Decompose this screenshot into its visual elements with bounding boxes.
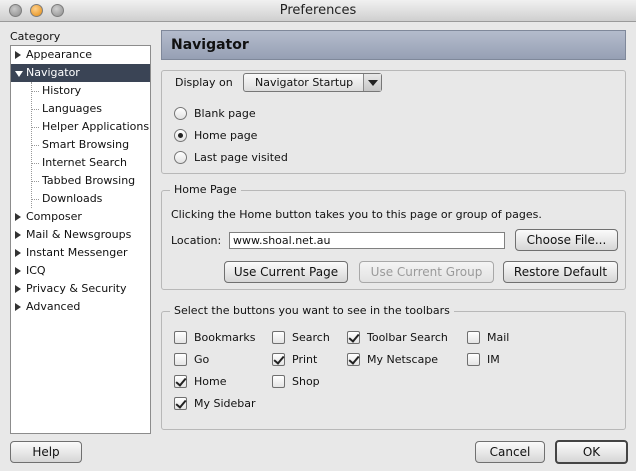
checkbox-search-label: Search: [292, 331, 330, 344]
checkbox-shop[interactable]: [272, 375, 285, 388]
checkbox-print[interactable]: [272, 353, 285, 366]
tree-item-label: Appearance: [26, 48, 93, 61]
tree-guide-line: [31, 127, 39, 128]
checkbox-im[interactable]: [467, 353, 480, 366]
cancel-button[interactable]: Cancel: [475, 441, 545, 463]
checkbox-go[interactable]: [174, 353, 187, 366]
disclosure-right-icon[interactable]: [15, 303, 21, 311]
disclosure-right-icon[interactable]: [15, 213, 21, 221]
checkbox-mail[interactable]: [467, 331, 480, 344]
checkbox-im-label: IM: [487, 353, 500, 366]
radio-blank-page[interactable]: [174, 107, 187, 120]
checkbox-home[interactable]: [174, 375, 187, 388]
use-current-group-button: Use Current Group: [359, 261, 494, 283]
tree-item-languages[interactable]: Languages: [11, 100, 150, 118]
tree-item-label: Mail & Newsgroups: [26, 228, 132, 241]
category-label: Category: [10, 30, 61, 43]
radio-home-page-label: Home page: [194, 129, 258, 142]
tree-item-label: Navigator: [26, 66, 80, 79]
tree-item-instant-messenger[interactable]: Instant Messenger: [11, 244, 150, 262]
tree-item-label: Languages: [42, 102, 103, 115]
use-current-page-button[interactable]: Use Current Page: [224, 261, 348, 283]
tree-item-label: History: [42, 84, 82, 97]
tree-item-label: Helper Applications: [42, 120, 150, 133]
tree-guide-line: [31, 145, 39, 146]
radio-last-page-visited[interactable]: [174, 151, 187, 164]
checkbox-toolbar-search-label: Toolbar Search: [367, 331, 448, 344]
title-bar: Preferences: [0, 0, 636, 22]
radio-blank-page-label: Blank page: [194, 107, 256, 120]
tree-guide-line: [31, 181, 39, 182]
radio-home-page[interactable]: [174, 129, 187, 142]
navigator-children: History Languages Helper Applications Sm…: [11, 82, 150, 208]
tree-item-label: Privacy & Security: [26, 282, 127, 295]
tree-item-internet-search[interactable]: Internet Search: [11, 154, 150, 172]
disclosure-right-icon[interactable]: [15, 51, 21, 59]
tree-item-smart-browsing[interactable]: Smart Browsing: [11, 136, 150, 154]
tree-item-history[interactable]: History: [11, 82, 150, 100]
checkbox-my-netscape-label: My Netscape: [367, 353, 439, 366]
disclosure-right-icon[interactable]: [15, 285, 21, 293]
toolbar-buttons-legend: Select the buttons you want to see in th…: [170, 304, 454, 317]
checkbox-my-sidebar-label: My Sidebar: [194, 397, 256, 410]
tree-guide-line: [31, 163, 39, 164]
display-on-label: Display on: [175, 76, 233, 89]
checkbox-search[interactable]: [272, 331, 285, 344]
tree-item-tabbed-browsing[interactable]: Tabbed Browsing: [11, 172, 150, 190]
tree-guide-line: [31, 91, 39, 92]
checkbox-mail-label: Mail: [487, 331, 510, 344]
disclosure-right-icon[interactable]: [15, 231, 21, 239]
category-tree[interactable]: Appearance Navigator History Languages H…: [10, 45, 151, 434]
help-button[interactable]: Help: [10, 441, 82, 463]
tree-item-mail-newsgroups[interactable]: Mail & Newsgroups: [11, 226, 150, 244]
tree-item-downloads[interactable]: Downloads: [11, 190, 150, 208]
tree-item-icq[interactable]: ICQ: [11, 262, 150, 280]
disclosure-right-icon[interactable]: [15, 249, 21, 257]
checkbox-home-label: Home: [194, 375, 227, 388]
checkbox-my-sidebar[interactable]: [174, 397, 187, 410]
tree-item-navigator[interactable]: Navigator: [11, 64, 150, 82]
tree-item-label: Advanced: [26, 300, 81, 313]
checkbox-go-label: Go: [194, 353, 210, 366]
tree-item-advanced[interactable]: Advanced: [11, 298, 150, 316]
tree-item-composer[interactable]: Composer: [11, 208, 150, 226]
tree-item-label: ICQ: [26, 264, 46, 277]
display-on-select[interactable]: Navigator Startup: [243, 73, 382, 92]
tree-item-label: Instant Messenger: [26, 246, 128, 259]
checkbox-bookmarks[interactable]: [174, 331, 187, 344]
checkbox-bookmarks-label: Bookmarks: [194, 331, 256, 344]
checkbox-toolbar-search[interactable]: [347, 331, 360, 344]
checkbox-shop-label: Shop: [292, 375, 320, 388]
display-on-selected-value: Navigator Startup: [255, 76, 354, 89]
location-label: Location:: [171, 234, 222, 247]
checkbox-print-label: Print: [292, 353, 318, 366]
toolbar-buttons-group: Select the buttons you want to see in th…: [161, 304, 626, 430]
home-page-description: Clicking the Home button takes you to th…: [171, 208, 542, 221]
disclosure-right-icon[interactable]: [15, 267, 21, 275]
restore-default-button[interactable]: Restore Default: [503, 261, 618, 283]
tree-item-label: Internet Search: [42, 156, 127, 169]
tree-guide-line: [31, 109, 39, 110]
disclosure-down-icon[interactable]: [15, 71, 23, 77]
choose-file-button[interactable]: Choose File...: [515, 229, 618, 251]
tree-item-label: Tabbed Browsing: [42, 174, 136, 187]
tree-item-label: Downloads: [42, 192, 103, 205]
tree-item-label: Smart Browsing: [42, 138, 130, 151]
panel-title: Navigator: [161, 30, 626, 60]
preferences-window: Preferences Category Appearance Navigato…: [0, 0, 636, 471]
checkbox-my-netscape[interactable]: [347, 353, 360, 366]
window-title: Preferences: [279, 3, 357, 18]
tree-item-privacy-security[interactable]: Privacy & Security: [11, 280, 150, 298]
tree-item-appearance[interactable]: Appearance: [11, 46, 150, 64]
tree-item-label: Composer: [26, 210, 82, 223]
home-page-legend: Home Page: [170, 183, 241, 196]
location-input[interactable]: [229, 232, 505, 249]
tree-guide-line: [31, 199, 39, 200]
ok-button[interactable]: OK: [555, 440, 628, 464]
tree-item-helper-applications[interactable]: Helper Applications: [11, 118, 150, 136]
chevron-down-icon[interactable]: [363, 74, 381, 91]
radio-last-page-visited-label: Last page visited: [194, 151, 288, 164]
